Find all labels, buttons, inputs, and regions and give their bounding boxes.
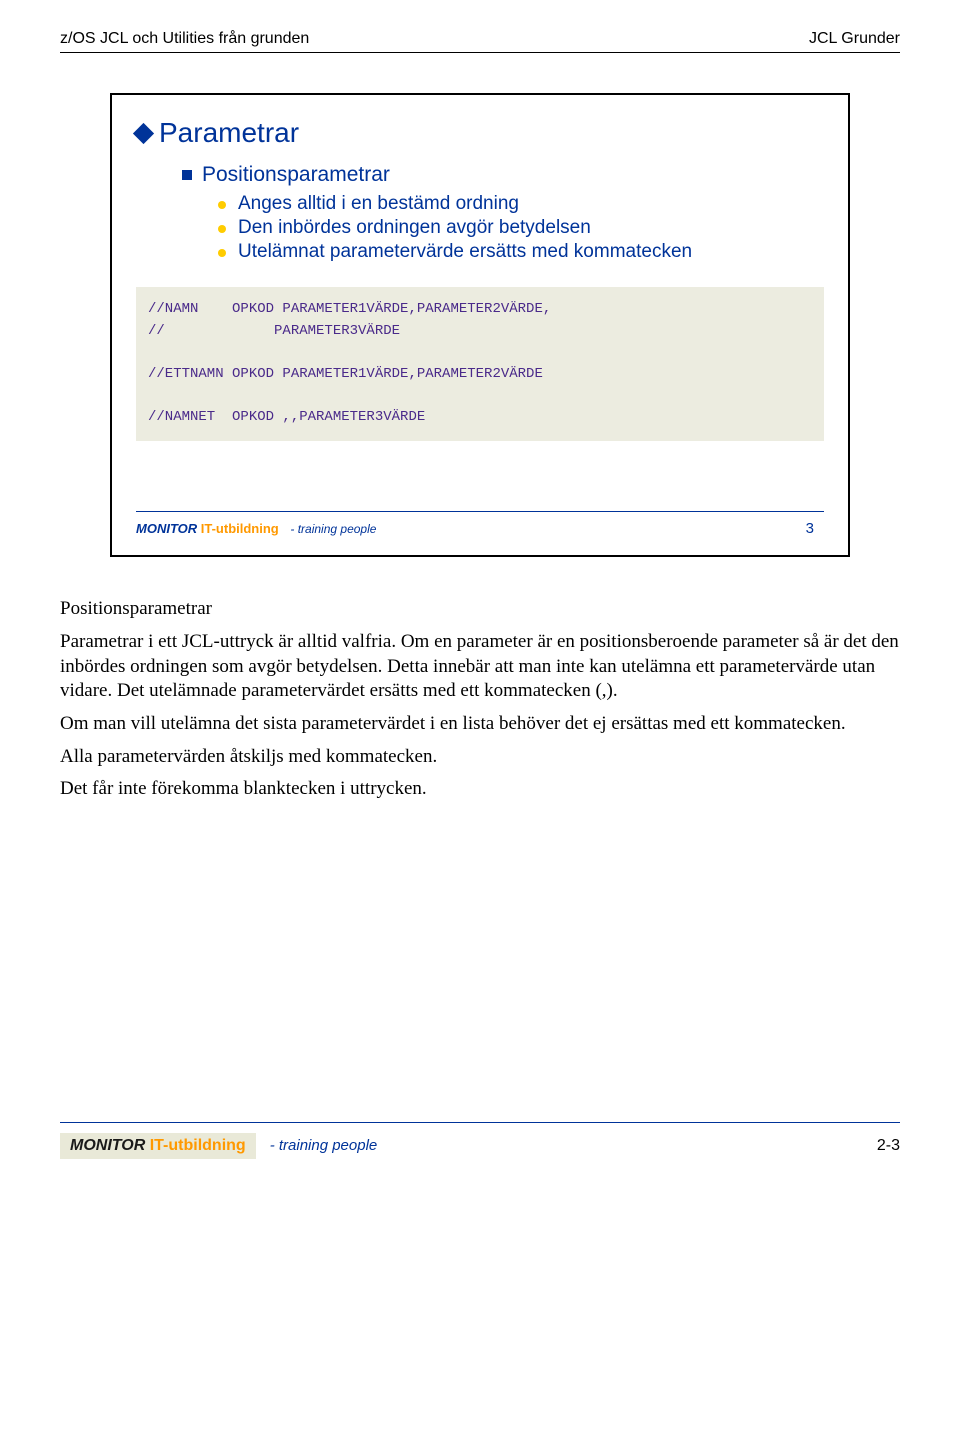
- header-right: JCL Grunder: [809, 30, 900, 48]
- list-item: Anges alltid i en bestämd ordning: [218, 193, 824, 215]
- brand-monitor: MONITOR: [70, 1137, 145, 1154]
- footer-brand-box: MONITOR IT-utbildning: [60, 1133, 256, 1159]
- slide-page-number: 3: [806, 520, 814, 537]
- slide: Parametrar Positionsparametrar Anges all…: [110, 93, 850, 557]
- body-paragraph: Parametrar i ett JCL-uttryck är alltid v…: [60, 630, 900, 704]
- body-paragraph: Det får inte förekomma blanktecken i utt…: [60, 777, 900, 802]
- dot-icon: [218, 225, 226, 233]
- bullet-text: Utelämnat parametervärde ersätts med kom…: [238, 241, 692, 263]
- body-paragraph: Om man vill utelämna det sista parameter…: [60, 712, 900, 737]
- header-left: z/OS JCL och Utilities från grunden: [60, 30, 309, 48]
- slide-title: Parametrar: [159, 117, 299, 149]
- body-section: Positionsparametrar Parametrar i ett JCL…: [60, 597, 900, 802]
- brand-it: IT-utbildning: [145, 1137, 245, 1154]
- slide-subheading-row: Positionsparametrar: [182, 163, 824, 187]
- bullet-text: Den inbördes ordningen avgör betydelsen: [238, 217, 591, 239]
- dot-icon: [218, 201, 226, 209]
- slide-title-row: Parametrar: [136, 117, 824, 149]
- dot-icon: [218, 249, 226, 257]
- page: z/OS JCL och Utilities från grunden JCL …: [0, 0, 960, 1179]
- body-paragraph: Alla parametervärden åtskiljs med kommat…: [60, 745, 900, 770]
- brand-monitor: MONITOR: [136, 521, 197, 536]
- square-icon: [182, 170, 192, 180]
- footer-tagline: - training people: [270, 1137, 378, 1154]
- page-header: z/OS JCL och Utilities från grunden JCL …: [60, 30, 900, 53]
- page-footer-left: MONITOR IT-utbildning - training people: [60, 1133, 377, 1159]
- page-number: 2-3: [877, 1137, 900, 1155]
- diamond-icon: [133, 122, 154, 143]
- code-block: //NAMN OPKOD PARAMETER1VÄRDE,PARAMETER2V…: [136, 287, 824, 441]
- slide-brand: MONITOR IT-utbildning - training people: [136, 521, 376, 536]
- slide-footer: MONITOR IT-utbildning - training people …: [136, 511, 824, 537]
- slide-bullet-list: Anges alltid i en bestämd ordning Den in…: [218, 193, 824, 263]
- bullet-text: Anges alltid i en bestämd ordning: [238, 193, 519, 215]
- page-footer: MONITOR IT-utbildning - training people …: [60, 1122, 900, 1159]
- body-heading: Positionsparametrar: [60, 597, 900, 622]
- brand-tagline: - training people: [290, 522, 376, 536]
- slide-subheading: Positionsparametrar: [202, 163, 390, 187]
- list-item: Utelämnat parametervärde ersätts med kom…: [218, 241, 824, 263]
- list-item: Den inbördes ordningen avgör betydelsen: [218, 217, 824, 239]
- brand-it: IT-utbildning: [197, 521, 279, 536]
